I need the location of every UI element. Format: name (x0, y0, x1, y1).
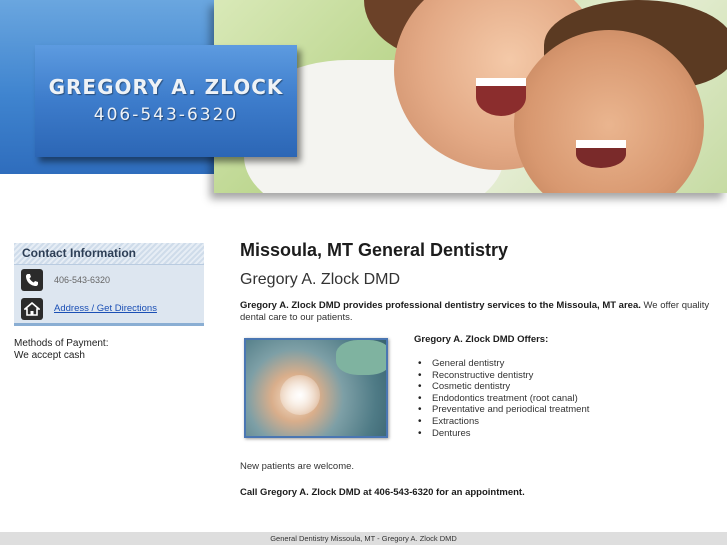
contact-heading: Contact Information (14, 243, 204, 265)
offer-item: Endodontics treatment (root canal) (414, 393, 714, 405)
photo-glove (336, 340, 386, 375)
offer-item: Reconstructive dentistry (414, 370, 714, 382)
intro-bold: Gregory A. Zlock DMD provides profession… (240, 300, 641, 311)
photo-smile-woman (476, 78, 526, 116)
payment-label: Methods of Payment: (14, 338, 109, 349)
offer-item: Dentures (414, 428, 714, 440)
page-subtitle: Gregory A. Zlock DMD (240, 271, 401, 288)
offer-item: Extractions (414, 416, 714, 428)
contact-directions-row: Address / Get Directions (14, 294, 204, 323)
header: GREGORY A. ZLOCK 406-543-6320 (0, 0, 727, 205)
dentist-photo (244, 338, 388, 438)
intro-paragraph: Gregory A. Zlock DMD provides profession… (240, 300, 720, 324)
page-title: Missoula, MT General Dentistry (240, 240, 509, 260)
photo-smile-man (576, 140, 626, 168)
contact-box: Contact Information 406-543-6320 Address… (14, 243, 204, 326)
payment-value: We accept cash (14, 350, 85, 361)
photo-light (280, 375, 320, 415)
footer-text: General Dentistry Missoula, MT - Gregory… (270, 534, 457, 543)
offers-section: Gregory A. Zlock DMD Offers: General den… (240, 334, 720, 452)
contact-phone-text: 406-543-6320 (54, 274, 111, 285)
welcome-text: New patients are welcome. (240, 461, 355, 472)
offers-area: Gregory A. Zlock DMD Offers: General den… (414, 334, 714, 439)
footer: General Dentistry Missoula, MT - Gregory… (0, 532, 727, 545)
logo-name: GREGORY A. ZLOCK (48, 75, 284, 99)
call-to-action: Call Gregory A. Zlock DMD at 406-543-632… (240, 487, 525, 498)
contact-phone-row: 406-543-6320 (14, 265, 204, 294)
main-content: Missoula, MT General Dentistry Gregory A… (240, 240, 720, 498)
offer-item: Cosmetic dentistry (414, 381, 714, 393)
offer-item: Preventative and periodical treatment (414, 404, 714, 416)
offers-title: Gregory A. Zlock DMD Offers: (414, 334, 549, 345)
logo-box[interactable]: GREGORY A. ZLOCK 406-543-6320 (35, 45, 297, 157)
phone-icon (21, 268, 43, 291)
offers-list: General dentistry Reconstructive dentist… (414, 358, 714, 439)
logo-phone: 406-543-6320 (93, 105, 239, 125)
payment-info: Methods of Payment: We accept cash (14, 338, 204, 362)
directions-link[interactable]: Address / Get Directions (54, 303, 157, 314)
offer-item: General dentistry (414, 358, 714, 370)
home-icon (21, 297, 43, 320)
sidebar: Contact Information 406-543-6320 Address… (14, 243, 204, 362)
